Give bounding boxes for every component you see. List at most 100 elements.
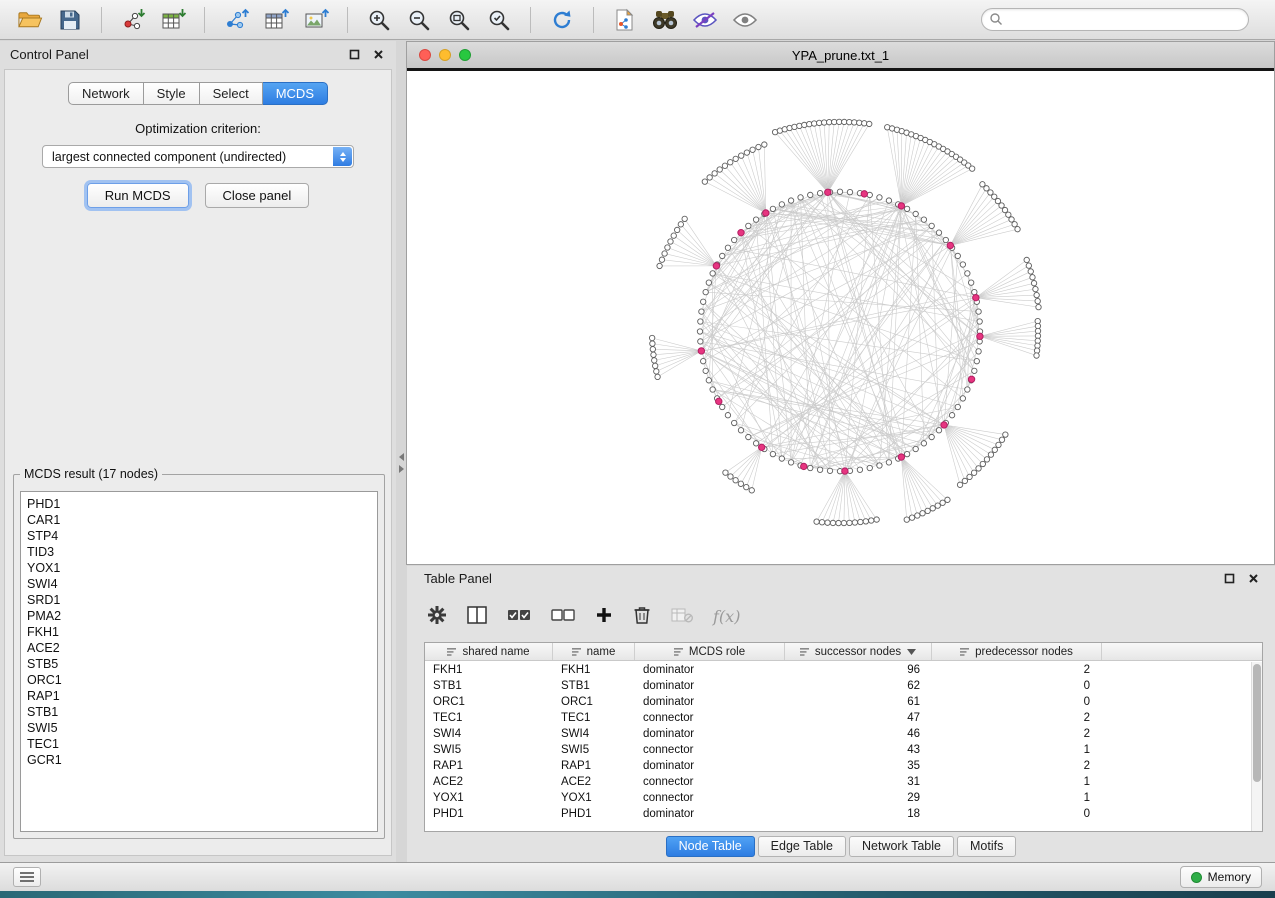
table-scrollbar[interactable]: [1251, 662, 1262, 831]
mcds-result-node[interactable]: SWI5: [27, 720, 371, 736]
mcds-result-node[interactable]: STB1: [27, 704, 371, 720]
find-button[interactable]: [647, 5, 683, 35]
tab-network-table[interactable]: Network Table: [849, 836, 954, 857]
tab-motifs[interactable]: Motifs: [957, 836, 1016, 857]
mcds-result-node[interactable]: PHD1: [27, 496, 371, 512]
binoculars-icon: [652, 9, 678, 31]
tab-style[interactable]: Style: [144, 82, 200, 105]
node-table-body[interactable]: FKH1FKH1dominator962STB1STB1dominator620…: [425, 662, 1251, 831]
column-header-predecessor-nodes[interactable]: predecessor nodes: [932, 643, 1102, 660]
close-panel-button[interactable]: [371, 47, 386, 62]
column-header-MCDS-role[interactable]: MCDS role: [635, 643, 785, 660]
open-file-button[interactable]: [12, 5, 48, 35]
table-row[interactable]: ACE2ACE2connector311: [425, 774, 1251, 790]
delete-column-button[interactable]: [633, 605, 651, 628]
task-history-button[interactable]: [13, 867, 41, 887]
mcds-result-node[interactable]: SRD1: [27, 592, 371, 608]
window-close-icon[interactable]: [419, 49, 431, 61]
mcds-result-node[interactable]: YOX1: [27, 560, 371, 576]
save-session-button[interactable]: [52, 5, 88, 35]
table-row[interactable]: PHD1PHD1dominator180: [425, 806, 1251, 822]
deselect-all-button[interactable]: [551, 606, 575, 627]
scrollbar-thumb[interactable]: [1253, 664, 1261, 782]
table-row[interactable]: RAP1RAP1dominator352: [425, 758, 1251, 774]
zoom-out-button[interactable]: [401, 5, 437, 35]
import-network-button[interactable]: [115, 5, 151, 35]
table-float-button[interactable]: [1222, 571, 1237, 586]
zoom-selected-button[interactable]: [481, 5, 517, 35]
table-cell: 2: [932, 728, 1102, 740]
import-table-button[interactable]: [155, 5, 191, 35]
add-column-button[interactable]: [595, 606, 613, 627]
mcds-result-node[interactable]: GCR1: [27, 752, 371, 768]
window-maximize-icon[interactable]: [459, 49, 471, 61]
tab-network[interactable]: Network: [68, 82, 144, 105]
mcds-result-list[interactable]: PHD1CAR1STP4TID3YOX1SWI4SRD1PMA2FKH1ACE2…: [20, 491, 378, 832]
table-row[interactable]: FKH1FKH1dominator962: [425, 662, 1251, 678]
column-header-shared-name[interactable]: shared name: [425, 643, 553, 660]
desktop-wallpaper-strip: [0, 891, 1275, 898]
column-sort-icon: [447, 647, 458, 657]
mcds-result-node[interactable]: FKH1: [27, 624, 371, 640]
show-columns-button[interactable]: [467, 606, 487, 627]
select-all-button[interactable]: [507, 606, 531, 627]
show-all-button[interactable]: [727, 5, 763, 35]
mcds-result-node[interactable]: TEC1: [27, 736, 371, 752]
network-view-titlebar[interactable]: YPA_prune.txt_1: [407, 42, 1274, 71]
network-graph[interactable]: [407, 71, 1274, 564]
mcds-result-node[interactable]: STB5: [27, 656, 371, 672]
table-row[interactable]: SWI4SWI4dominator462: [425, 726, 1251, 742]
criterion-select[interactable]: largest connected component (undirected): [42, 145, 354, 168]
network-document-button[interactable]: [607, 5, 643, 35]
column-header-successor-nodes[interactable]: successor nodes: [785, 643, 932, 660]
table-row[interactable]: TEC1TEC1connector472: [425, 710, 1251, 726]
table-cell: 47: [785, 712, 932, 724]
tab-select[interactable]: Select: [200, 82, 263, 105]
column-label: MCDS role: [689, 646, 745, 658]
table-row[interactable]: ORC1ORC1dominator610: [425, 694, 1251, 710]
gear-icon: [427, 605, 447, 625]
columns-icon: [467, 606, 487, 624]
mcds-result-node[interactable]: PMA2: [27, 608, 371, 624]
mcds-result-node[interactable]: STP4: [27, 528, 371, 544]
tab-edge-table[interactable]: Edge Table: [758, 836, 846, 857]
window-minimize-icon[interactable]: [439, 49, 451, 61]
window-controls: [419, 49, 471, 61]
network-view-title: YPA_prune.txt_1: [407, 48, 1274, 63]
export-network-button[interactable]: [218, 5, 254, 35]
control-panel-title: Control Panel: [10, 47, 89, 62]
table-row[interactable]: STB1STB1dominator620: [425, 678, 1251, 694]
function-builder-button: f(x): [713, 607, 740, 626]
hide-selected-button[interactable]: [687, 5, 723, 35]
table-settings-button[interactable]: [427, 605, 447, 628]
apply-layout-button[interactable]: [544, 5, 580, 35]
export-table-button[interactable]: [258, 5, 294, 35]
network-canvas[interactable]: [407, 71, 1274, 564]
mcds-result-node[interactable]: TID3: [27, 544, 371, 560]
search-input[interactable]: [981, 8, 1249, 31]
splitter-collapse-handle[interactable]: [396, 449, 406, 477]
memory-button[interactable]: Memory: [1180, 866, 1262, 888]
zoom-fit-button[interactable]: [441, 5, 477, 35]
table-close-button[interactable]: [1246, 571, 1261, 586]
mcds-result-node[interactable]: ORC1: [27, 672, 371, 688]
column-header-name[interactable]: name: [553, 643, 635, 660]
mcds-result-node[interactable]: CAR1: [27, 512, 371, 528]
close-panel-action-button[interactable]: Close panel: [205, 183, 310, 208]
table-row[interactable]: YOX1YOX1connector291: [425, 790, 1251, 806]
table-tabs: Node TableEdge TableNetwork TableMotifs: [407, 836, 1275, 857]
run-mcds-button[interactable]: Run MCDS: [87, 183, 189, 208]
panel-splitter[interactable]: [396, 41, 406, 862]
table-cell: FKH1: [425, 664, 553, 676]
export-image-button[interactable]: [298, 5, 334, 35]
tab-node-table[interactable]: Node Table: [666, 836, 755, 857]
mcds-result-node[interactable]: RAP1: [27, 688, 371, 704]
mcds-result-node[interactable]: ACE2: [27, 640, 371, 656]
tab-mcds[interactable]: MCDS: [263, 82, 328, 105]
table-row[interactable]: SWI5SWI5connector431: [425, 742, 1251, 758]
float-panel-button[interactable]: [347, 47, 362, 62]
zoom-in-button[interactable]: [361, 5, 397, 35]
table-cell: ACE2: [553, 776, 635, 788]
export-image-icon: [304, 8, 329, 32]
mcds-result-node[interactable]: SWI4: [27, 576, 371, 592]
